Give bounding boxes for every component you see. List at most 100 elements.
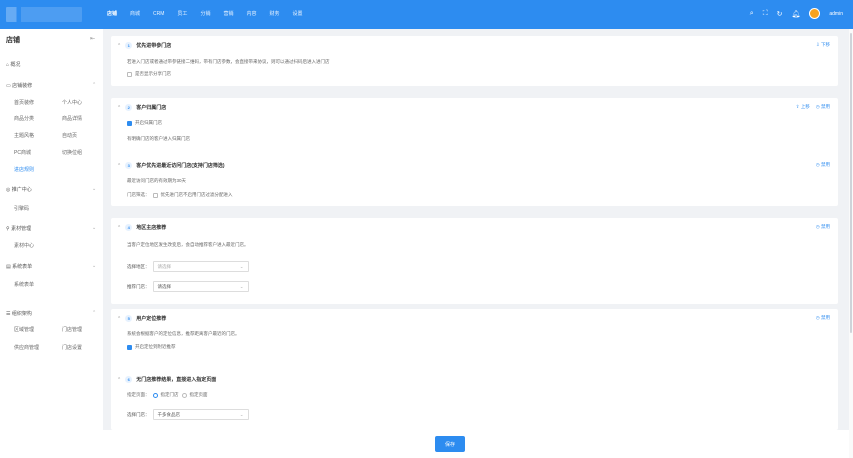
step-number: 6 (125, 376, 133, 383)
radio-icon[interactable] (152, 392, 158, 398)
bell-icon[interactable]: 🔔︎ (791, 10, 800, 18)
sidebar-item-overview[interactable]: ⌂ 概况 (6, 61, 20, 68)
sidebar-item-theme[interactable]: 主题风格 (14, 132, 34, 139)
disable-button[interactable]: ◷ 禁用 (816, 224, 830, 230)
sidebar-item-home-decor[interactable]: 首页装修 (14, 99, 34, 106)
top-nav: 店铺 商城 CRM 员工 分销 营销 内容 财务 设置 (107, 9, 316, 19)
disable-button[interactable]: ◷ 禁用 (816, 162, 830, 168)
fullscreen-icon[interactable]: ⛶ (763, 10, 768, 18)
sidebar-group-org[interactable]: ☰ 组织架构 (6, 310, 32, 317)
card-description: 有明确门店的客户进入归属门店 (127, 136, 190, 141)
checkbox-icon[interactable] (127, 344, 132, 350)
move-up-button[interactable]: ⇧ 上移 (796, 104, 810, 110)
chevron-up-icon: ⌃ (92, 82, 97, 88)
sidebar-item-store-mgmt[interactable]: 门店管理 (62, 326, 82, 333)
checkbox-icon[interactable] (152, 192, 158, 198)
sidebar-group-forms[interactable]: ▤ 系统表单 (6, 263, 32, 270)
card-title: 客户优先进最近访问门店(支持门店筛选) (136, 163, 225, 169)
logo[interactable] (6, 7, 82, 22)
chevron-up-icon[interactable]: ⌃ (117, 43, 121, 49)
card-actions: ⇧ 上移 ◷ 禁用 (796, 104, 830, 110)
checkbox-icon[interactable] (127, 71, 132, 77)
radio-icon[interactable] (181, 392, 187, 398)
top-bar: 店铺 商城 CRM 员工 分销 营销 内容 财务 设置 ⌕ ⛶ ↻ 🔔︎ adm… (0, 0, 853, 29)
disable-button[interactable]: ◷ 禁用 (816, 104, 830, 110)
sidebar-item-auto-page[interactable]: 自动页 (62, 132, 77, 139)
sidebar-group-materials[interactable]: ⚲ 素材管理 (6, 225, 31, 232)
nav-mall[interactable]: 商城 (130, 9, 140, 19)
save-button[interactable]: 保存 (435, 436, 465, 452)
chevron-up-icon[interactable]: ⌃ (117, 163, 121, 169)
checkbox-enable-ownership[interactable]: 开启归属门店 (127, 120, 162, 126)
card-header: ⌃ 6 无门店推荐结果，直接进入指定页面 (117, 376, 216, 383)
sidebar-item-region[interactable]: 区域管理 (14, 326, 34, 333)
checkbox-share-store[interactable]: 是否显示分享门店 (127, 71, 171, 77)
nav-finance[interactable]: 财务 (269, 9, 279, 19)
scrollbar[interactable] (849, 29, 853, 458)
store-select[interactable]: 请选择 ⌄ (152, 281, 249, 292)
sidebar-group-decoration[interactable]: ▭ 店铺装修 (6, 82, 32, 89)
sidebar-item-qr[interactable]: 引擎码 (14, 205, 29, 212)
chevron-down-icon: ⌄ (92, 225, 97, 231)
card-title: 无门店推荐结果，直接进入指定页面 (136, 377, 217, 383)
avatar[interactable] (809, 8, 821, 19)
chevron-down-icon: ⌄ (239, 411, 244, 417)
step-number: 1 (125, 42, 133, 49)
chevron-down-icon: ⌄ (92, 186, 97, 192)
sidebar-item-entry-rules[interactable]: 进店规则 (14, 166, 34, 173)
refresh-icon[interactable]: ↻ (777, 10, 783, 18)
sidebar-group-promotion[interactable]: ◎ 推广中心 (6, 186, 32, 193)
rule-card-1: ⌃ 1 优先进带参门店 ⇩ 下移 若进入门店或者通过带参链接二维码，带有门店参数… (111, 36, 838, 86)
sidebar: 店铺 ⇤ ⌂ 概况 ▭ 店铺装修 ⌃ 首页装修 个人中心 商品分类 商品详情 主… (0, 29, 103, 458)
checkbox-nearby[interactable]: 开启定位到附近推荐 (127, 344, 176, 350)
save-bar: 保存 (103, 430, 853, 458)
target-store-select[interactable]: 千多食品店 ⌄ (152, 409, 249, 420)
card-title: 优先进带参门店 (136, 43, 172, 49)
sidebar-item-switch-group[interactable]: 切换位组 (62, 149, 82, 156)
nav-marketing[interactable]: 营销 (223, 9, 233, 19)
chevron-up-icon[interactable]: ⌃ (117, 377, 121, 383)
card-header: ⌃ 5 用户定位推荐 (117, 315, 166, 322)
card-header: ⌃ 3 客户优先进最近访问门店(支持门店筛选) (117, 162, 225, 169)
nav-settings[interactable]: 设置 (293, 9, 303, 19)
store-filter-row: 门店筛选： 优先进门店不启用门店过滤分配进入 (127, 192, 233, 198)
step-number: 2 (125, 104, 133, 111)
card-title: 地区主店推荐 (136, 225, 167, 231)
card-header: ⌃ 2 客户归属门店 (117, 104, 166, 111)
nav-crm[interactable]: CRM (153, 9, 164, 19)
region-field-row: 选择地区： 请选择 ⌄ (127, 261, 249, 272)
sidebar-item-pc-mall[interactable]: PC商城 (14, 149, 31, 156)
card-actions: ⇩ 下移 (816, 42, 830, 48)
checkbox-icon[interactable] (127, 120, 132, 126)
sidebar-title: 店铺 (6, 37, 20, 44)
sidebar-item-user-center[interactable]: 个人中心 (62, 99, 82, 106)
disable-button[interactable]: ◷ 禁用 (816, 315, 830, 321)
step-number: 3 (125, 162, 133, 169)
nav-shop[interactable]: 店铺 (107, 9, 117, 19)
scrollbar-thumb[interactable] (850, 33, 852, 333)
card-title: 用户定位推荐 (136, 316, 167, 322)
search-icon[interactable]: ⌕ (750, 10, 754, 18)
move-down-button[interactable]: ⇩ 下移 (816, 42, 830, 48)
sidebar-item-supplier[interactable]: 供应商管理 (14, 344, 39, 351)
sidebar-item-system-form[interactable]: 系统表单 (14, 281, 34, 288)
chevron-up-icon: ⌃ (92, 310, 97, 316)
nav-distribution[interactable]: 分销 (200, 9, 210, 19)
sidebar-item-material-center[interactable]: 素材中心 (14, 242, 34, 249)
step-number: 5 (125, 315, 133, 322)
region-select[interactable]: 请选择 ⌄ (152, 261, 249, 272)
sidebar-item-product-detail[interactable]: 商品详情 (62, 115, 82, 122)
sidebar-item-category[interactable]: 商品分类 (14, 115, 34, 122)
rule-card-3: ⌃ 3 客户优先进最近访问门店(支持门店筛选) ◷ 禁用 最近访问门店的有效期为… (111, 156, 838, 206)
nav-content[interactable]: 内容 (246, 9, 256, 19)
chevron-up-icon[interactable]: ⌃ (117, 316, 121, 322)
step-number: 4 (125, 224, 133, 231)
chevron-up-icon[interactable]: ⌃ (117, 225, 121, 231)
nav-staff[interactable]: 员工 (177, 9, 187, 19)
card-description: 最近访问门店的有效期为30天 (127, 178, 187, 183)
sidebar-item-store-settings[interactable]: 门店设置 (62, 344, 82, 351)
collapse-icon[interactable]: ⇤ (90, 35, 95, 42)
username[interactable]: admin (829, 11, 843, 17)
chevron-up-icon[interactable]: ⌃ (117, 105, 121, 111)
card-actions: ◷ 禁用 (816, 224, 830, 230)
